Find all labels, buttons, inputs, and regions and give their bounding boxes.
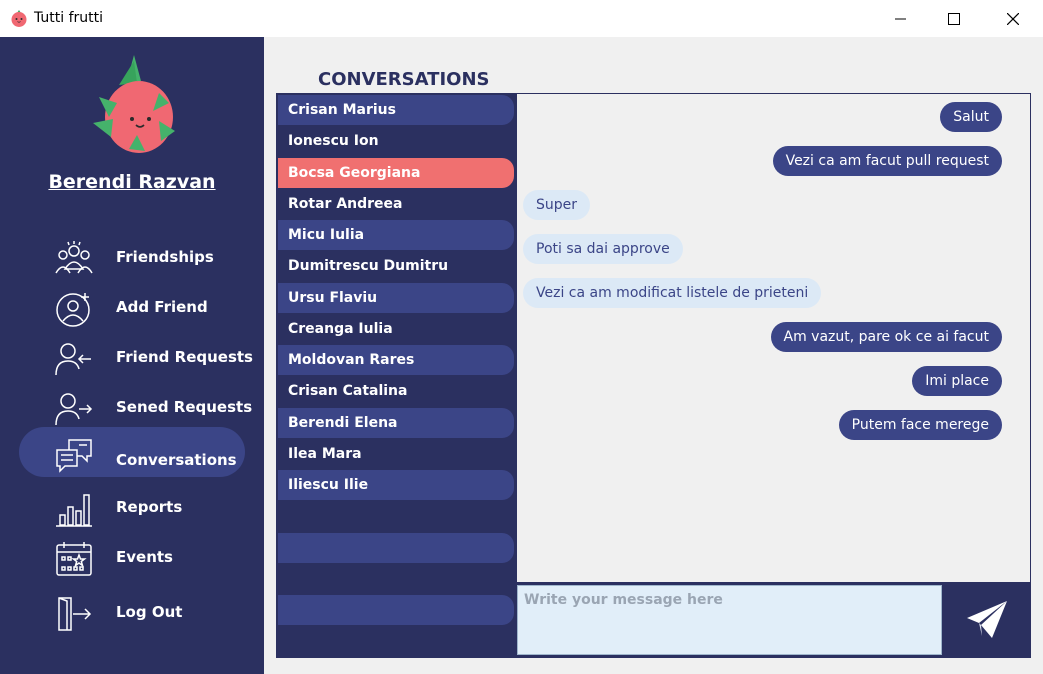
close-icon [1007,12,1019,25]
conversation-item[interactable]: Crisan Marius [278,95,514,125]
message-input[interactable] [517,585,942,655]
dragon-fruit-logo [93,55,175,153]
conversation-item[interactable]: Ilea Mara [278,439,514,469]
message-bubble-outgoing: Am vazut, pare ok ce ai facut [770,322,1002,352]
conversation-item[interactable]: Ursu Flaviu [278,283,514,313]
message-bubble-incoming: Poti sa dai approve [523,234,683,264]
message-bubble-incoming: Vezi ca am modificat listele de prieteni [523,278,822,308]
conversation-item[interactable]: Ionescu Ion [278,126,514,156]
conversation-item[interactable]: Iliescu Ilie [278,470,514,500]
conversation-item[interactable]: Berendi Elena [278,408,514,438]
nav-item-sened-requests[interactable]: Sened Requests [19,383,252,433]
main-content: CONVERSATIONS Crisan Marius Ionescu Ion … [264,37,1043,674]
paper-plane-icon [967,601,1007,638]
outgoing-request-icon [55,393,93,426]
conversation-item[interactable]: Micu Iulia [278,220,514,250]
send-button[interactable] [947,585,1027,655]
incoming-request-icon [55,343,91,376]
message-area: Salut Vezi ca am facut pull request Supe… [517,94,1030,582]
calendar-icon [56,542,92,576]
logout-icon [58,597,92,631]
nav-label-sened-requests: Sened Requests [116,398,253,416]
add-user-icon [56,293,90,327]
conversation-item[interactable]: Moldovan Rares [278,345,514,375]
close-button[interactable] [990,0,1036,37]
group-icon [55,241,93,274]
bar-chart-icon [56,494,92,527]
conversation-item-empty [278,595,514,625]
minimize-icon [894,18,906,20]
conversation-item-selected[interactable]: Bocsa Georgiana [278,158,514,188]
nav-item-conversations[interactable]: Conversations [19,427,245,477]
message-bubble-outgoing: Salut [940,102,1002,132]
conversation-item[interactable]: Rotar Andreea [278,189,514,219]
conversation-list[interactable]: Crisan Marius Ionescu Ion Bocsa Georgian… [276,93,517,658]
page-title: CONVERSATIONS [318,69,490,90]
sidebar: Berendi Razvan Friendships Add Friend Fr… [0,37,264,674]
maximize-icon [948,12,960,25]
nav-item-reports[interactable]: Reports [19,483,245,533]
message-bubble-incoming: Super [523,190,591,220]
nav-label-log-out: Log Out [116,603,183,621]
nav-label-conversations: Conversations [116,451,237,469]
nav-label-reports: Reports [116,498,183,516]
username-link[interactable]: Berendi Razvan [0,171,264,193]
maximize-button[interactable] [931,0,977,37]
nav-item-log-out[interactable]: Log Out [19,588,245,638]
nav-label-friendships: Friendships [116,248,214,266]
minimize-button[interactable] [877,0,923,37]
nav-label-add-friend: Add Friend [116,298,208,316]
conversation-item-empty [278,533,514,563]
nav-label-events: Events [116,548,173,566]
conversation-item[interactable]: Creanga Iulia [278,314,514,344]
nav-label-friend-requests: Friend Requests [116,348,253,366]
message-bubble-outgoing: Putem face merege [838,410,1002,440]
nav-item-add-friend[interactable]: Add Friend [19,283,245,333]
conversation-item[interactable]: Crisan Catalina [278,376,514,406]
title-bar: Tutti frutti [0,0,1043,37]
message-bubble-outgoing: Vezi ca am facut pull request [772,146,1002,176]
nav-item-friend-requests[interactable]: Friend Requests [19,333,253,383]
conversation-item[interactable]: Dumitrescu Dumitru [278,251,514,281]
app-logo-icon [11,10,27,27]
message-bubble-outgoing: Imi place [912,366,1002,396]
chat-icon [56,439,92,473]
nav-item-friendships[interactable]: Friendships [19,233,245,283]
window-title: Tutti frutti [34,10,104,26]
nav-item-events[interactable]: Events [19,533,245,583]
